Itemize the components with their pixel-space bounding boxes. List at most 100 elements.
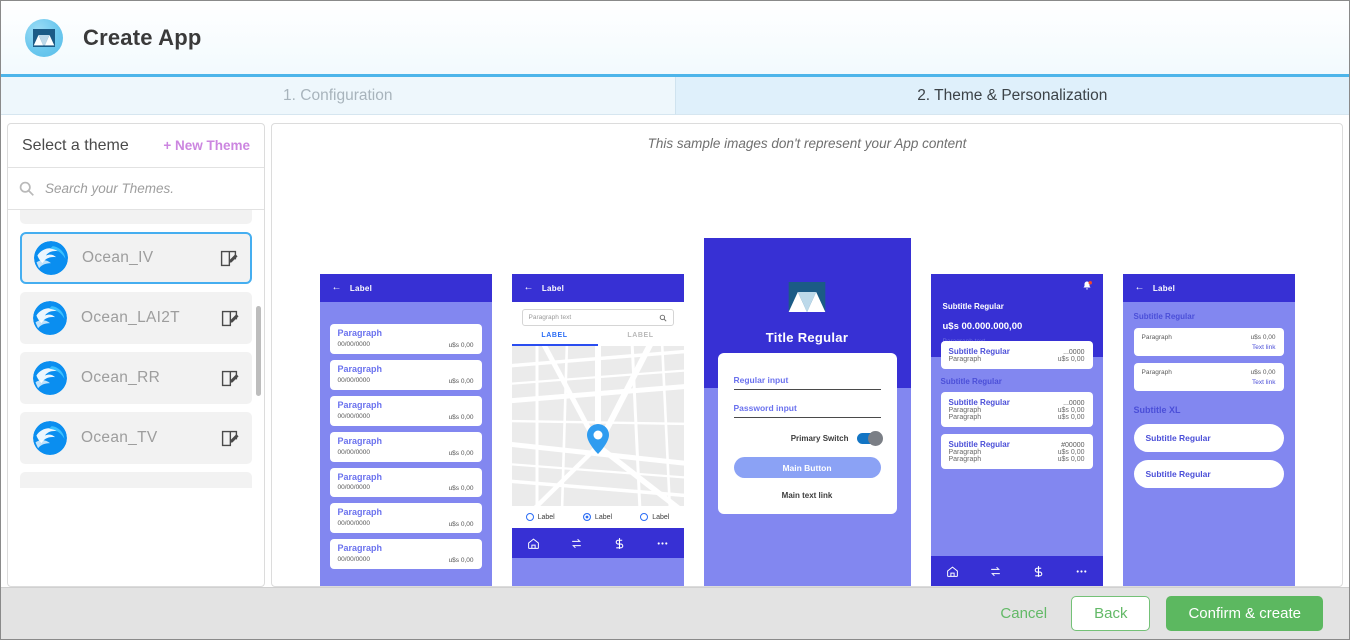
radio-option-1[interactable]: Label [525,513,555,521]
settings-section-2: Subtitle XL [1133,405,1181,415]
radio-label: Label [537,513,555,521]
tab-theme-personalization[interactable]: 2. Theme & Personalization [675,77,1349,115]
list-item[interactable]: Paragraph 00/00/0000 u$s 0,00 [329,395,482,426]
settings-item-2[interactable]: Subtitle Regular [1133,460,1284,488]
mockup-map-appbar: ← Label [511,274,684,302]
mockup-dashboard-screen[interactable]: Subtitle Regular u$s 00.000.000,00 Parag… [930,274,1103,586]
more-icon[interactable] [656,537,669,550]
list-item-partial-top[interactable] [20,210,252,224]
mockup-map-screen[interactable]: ← Label Paragraph text LABEL LABEL Label… [511,274,684,586]
appbar-label: Label [1152,283,1176,293]
dashboard-card-1[interactable]: Subtitle Regular ...0000 Paragraph u$s 0… [940,341,1093,369]
primary-switch-toggle[interactable] [856,431,883,446]
dashboard-amount: u$s 00.000.000,00 [942,321,1023,332]
input-label: Regular input [733,375,789,385]
wave-icon [33,421,67,455]
new-theme-button[interactable]: + New Theme [163,138,250,153]
theme-item-ocean-lai2t[interactable]: Ocean_LAI2T [20,292,252,344]
card-row-value: u$s 0,00 [1057,449,1085,456]
theme-list[interactable]: Ocean_IV Ocean_LAI2T Ocean_RR Ocean_TV [8,210,264,586]
list-item-amount: u$s 0,00 [448,557,474,565]
input-label: Password input [733,403,797,413]
back-arrow-icon: ← [523,282,534,293]
dashboard-card-2[interactable]: Subtitle Regular ...0000 Paragraph u$s 0… [940,392,1093,427]
list-item-title: Paragraph [337,328,383,338]
list-item[interactable]: Paragraph 00/00/0000 u$s 0,00 [329,431,482,462]
mockup-settings-appbar: ← Label [1122,274,1295,302]
theme-item-ocean-iv[interactable]: Ocean_IV [20,232,252,284]
back-arrow-icon: ← [331,282,342,293]
card-text-link[interactable]: Text link [1142,379,1275,386]
list-item-partial-bottom[interactable] [20,472,252,488]
body-area: Select a theme + New Theme Search your T… [1,115,1349,587]
list-item[interactable]: Paragraph 00/00/0000 u$s 0,00 [329,359,482,390]
list-item-title: Paragraph [337,363,383,374]
card-text-link[interactable]: Text link [1142,344,1275,351]
preview-note: This sample images don't represent your … [647,136,967,151]
settings-card-1[interactable]: Paragraph u$s 0,00 Text link [1133,328,1284,356]
home-icon[interactable] [946,565,959,578]
list-item-amount: u$s 0,00 [448,485,474,493]
map-tab-left[interactable]: LABEL [512,332,598,339]
map-bottom-nav [511,528,684,558]
tab-configuration[interactable]: 1. Configuration [1,77,676,115]
bell-notification-icon[interactable] [1081,280,1093,292]
sidebar-title: Select a theme [22,136,129,154]
mockup-settings-screen[interactable]: ← Label Subtitle Regular Paragraph u$s 0… [1122,274,1295,586]
radio-option-2[interactable]: Label [582,513,613,521]
map-tab-right[interactable]: LABEL [598,332,684,339]
list-item-title: Paragraph [337,543,383,554]
edit-icon[interactable] [220,309,239,328]
card-label: Paragraph [1141,369,1172,376]
confirm-create-button[interactable]: Confirm & create [1166,596,1323,631]
mockup-list-screen[interactable]: ← Label Paragraph 00/00/0000 u$s 0,00 Pa… [319,274,492,586]
search-icon [19,181,34,196]
wizard-tabs: 1. Configuration 2. Theme & Personalizat… [1,77,1349,115]
map-search-placeholder: Paragraph text [528,314,572,321]
dashboard-card-3[interactable]: Subtitle Regular #00000 Paragraph u$s 0,… [940,434,1093,469]
radio-icon [525,513,534,521]
edit-icon[interactable] [220,369,239,388]
list-item[interactable]: Paragraph 00/00/0000 u$s 0,00 [329,503,482,534]
map-canvas[interactable] [511,346,684,506]
theme-item-label: Ocean_TV [81,429,158,446]
list-item-title: Paragraph [337,399,383,410]
more-icon[interactable] [1075,565,1088,578]
app-logo-mark [33,28,55,47]
card-code: #00000 [1061,442,1085,449]
dollar-icon[interactable] [1032,565,1045,578]
list-item[interactable]: Paragraph 00/00/0000 u$s 0,00 [329,324,482,354]
back-button[interactable]: Back [1071,596,1151,631]
dollar-icon[interactable] [613,537,626,550]
mockup-list-appbar: ← Label [319,274,492,302]
login-regular-input[interactable]: Regular input [733,375,881,390]
settings-card-2[interactable]: Paragraph u$s 0,00 Text link [1133,363,1284,391]
theme-list-scrollbar[interactable] [256,306,261,396]
map-search-field[interactable]: Paragraph text [521,309,674,326]
settings-item-1[interactable]: Subtitle Regular [1133,424,1284,452]
cancel-button[interactable]: Cancel [992,599,1055,628]
dashboard-body: Subtitle Regular ...0000 Paragraph u$s 0… [931,341,1103,469]
radio-label: Label [594,513,613,521]
theme-item-ocean-tv[interactable]: Ocean_TV [20,412,252,464]
theme-item-ocean-rr[interactable]: Ocean_RR [20,352,252,404]
card-code: ...0000 [1063,400,1085,407]
theme-search-row [8,168,264,210]
main-text-link[interactable]: Main text link [734,491,881,500]
radio-option-3[interactable]: Label [640,513,669,521]
swap-icon[interactable] [570,537,583,550]
edit-icon[interactable] [220,429,239,448]
card-row-value: u$s 0,00 [1057,407,1085,414]
primary-switch-row: Primary Switch [734,431,883,446]
search-input[interactable] [45,181,254,196]
home-icon[interactable] [527,537,540,550]
list-item[interactable]: Paragraph 00/00/0000 u$s 0,00 [329,539,482,570]
main-button[interactable]: Main Button [733,457,881,478]
mockup-login-screen[interactable]: Title Regular Regular input Password inp… [703,238,911,586]
swap-icon[interactable] [989,565,1002,578]
login-password-input[interactable]: Password input [733,403,881,418]
card-row-label: Paragraph [948,356,982,363]
list-item[interactable]: Paragraph 00/00/0000 u$s 0,00 [329,467,482,498]
edit-icon[interactable] [219,249,238,268]
search-icon [659,314,667,322]
